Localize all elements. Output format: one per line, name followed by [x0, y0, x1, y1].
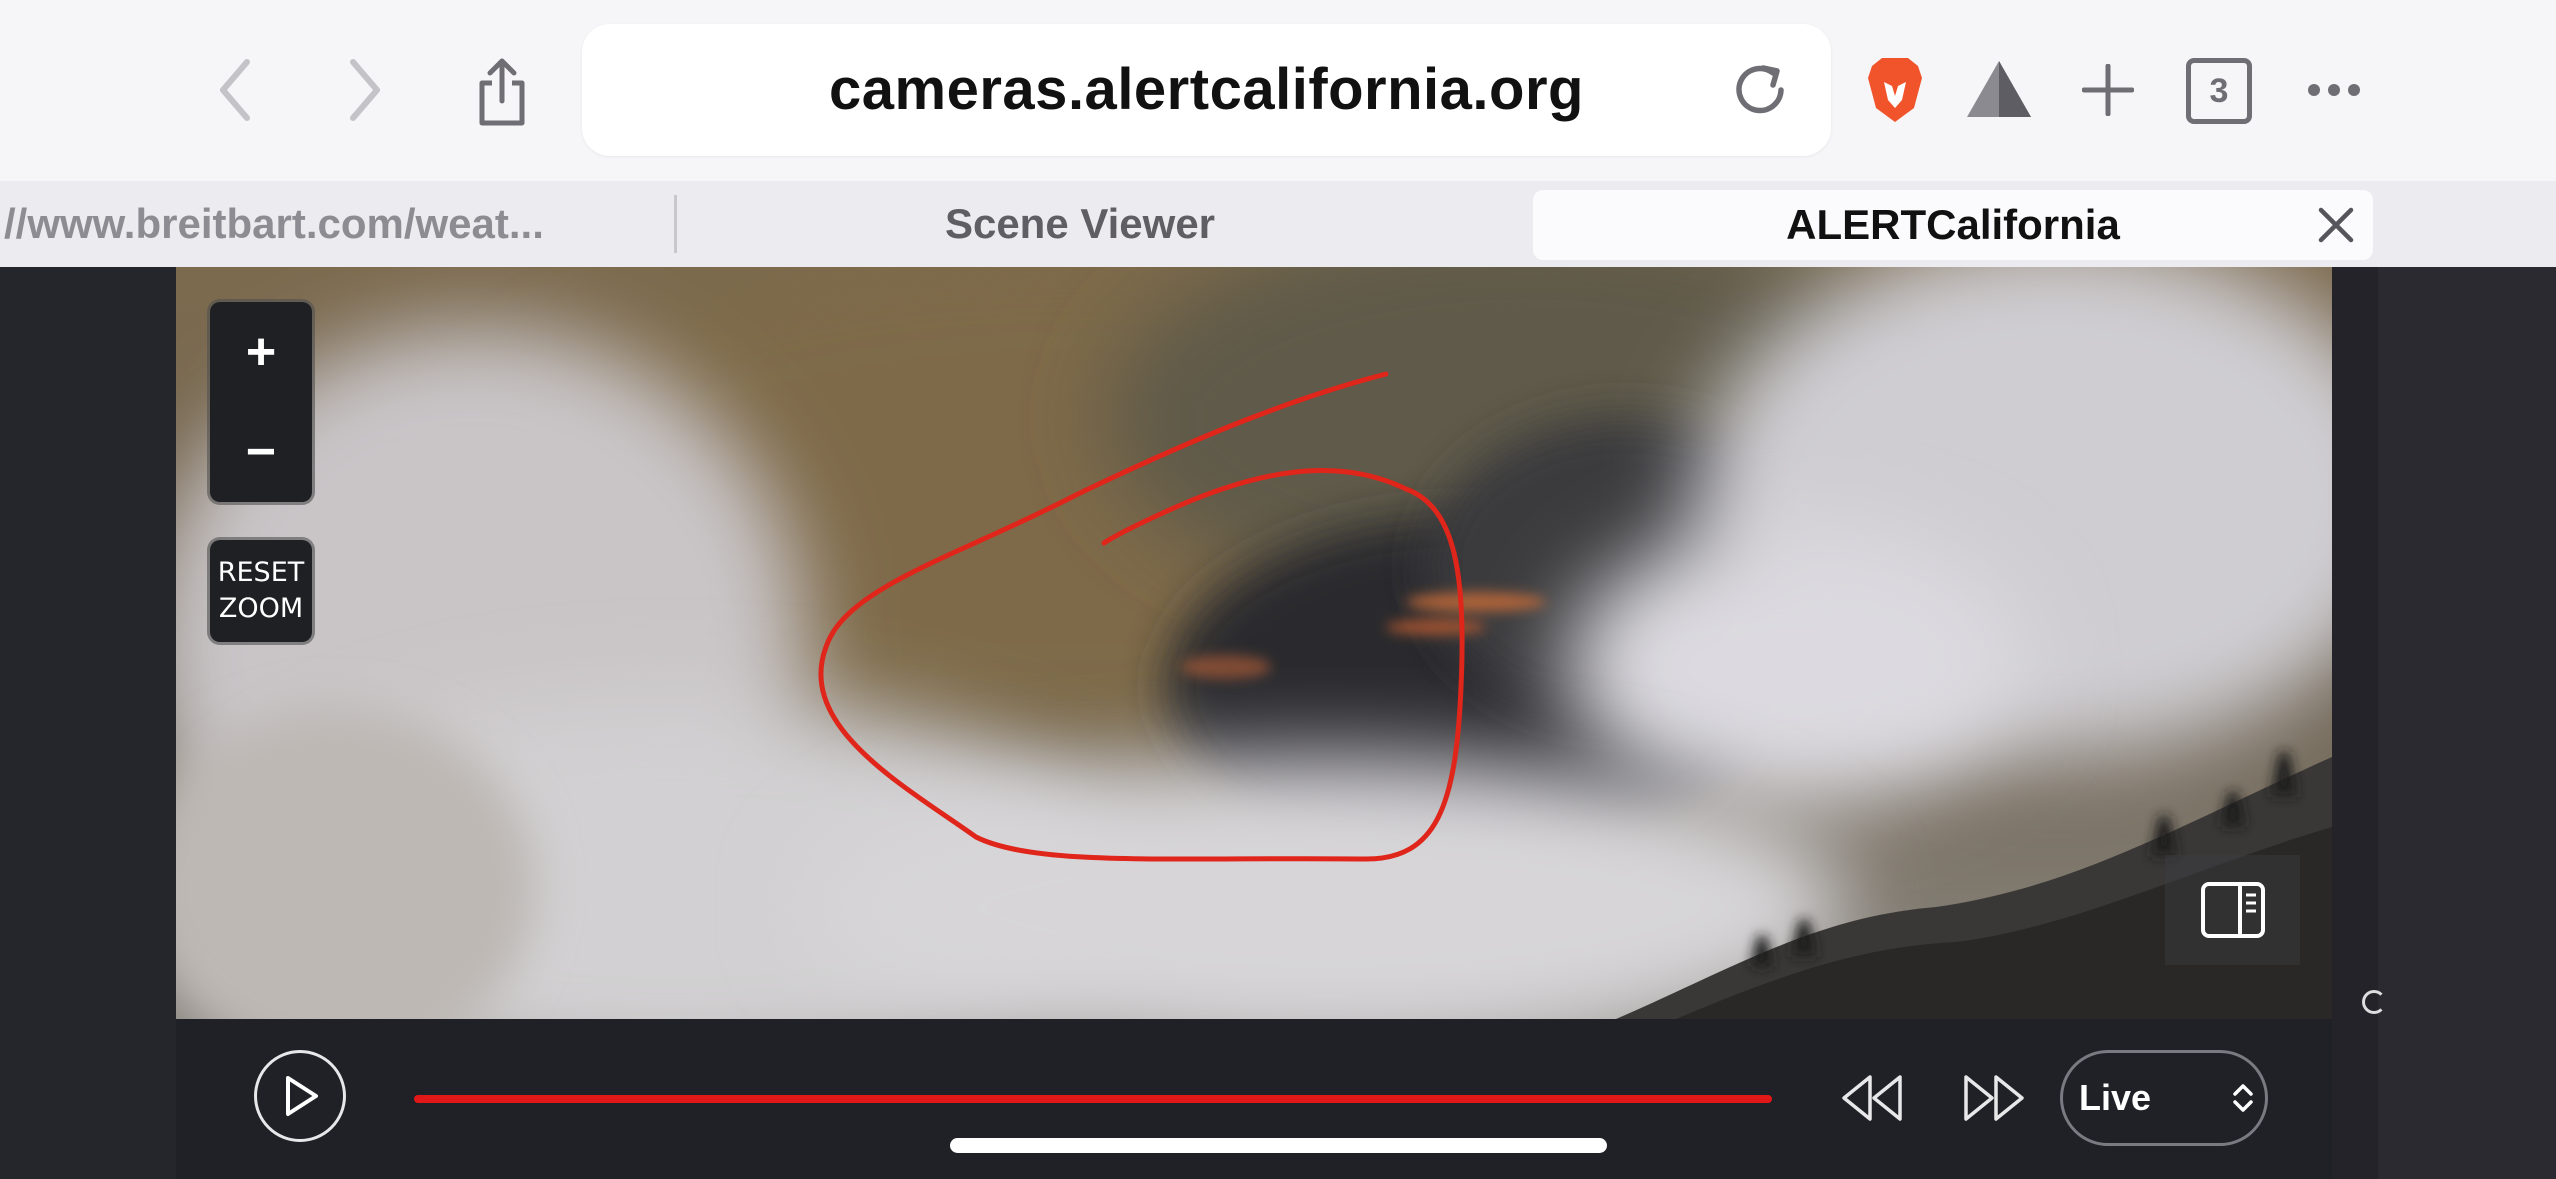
scroll-indicator-icon [2362, 990, 2386, 1014]
tab-scene-viewer[interactable]: Scene Viewer [700, 181, 1460, 267]
progress-fill [414, 1095, 1772, 1103]
brave-lion-icon[interactable] [1862, 50, 1928, 130]
skip-forward-button[interactable] [1958, 1068, 2030, 1128]
progress-bar[interactable] [414, 1095, 1772, 1103]
close-tab-icon[interactable] [2311, 200, 2361, 250]
zoom-out-label: − [245, 423, 277, 481]
tab-count-icon[interactable]: 3 [2186, 58, 2252, 124]
home-indicator [950, 1138, 1607, 1153]
zoom-control: + − [210, 302, 312, 502]
camera-video-frame[interactable] [176, 267, 2332, 1019]
reload-icon[interactable] [1720, 54, 1800, 126]
tab-breitbart[interactable]: //www.breitbart.com/weat... [0, 181, 594, 267]
skip-back-button[interactable] [1836, 1068, 1908, 1128]
share-icon[interactable] [462, 52, 542, 132]
reset-zoom-line1: RESET [217, 557, 305, 588]
skip-forward-icon [1964, 1075, 2024, 1121]
camera-image [176, 267, 2332, 1019]
zoom-out-button[interactable]: − [210, 402, 312, 502]
zoom-in-label: + [245, 323, 277, 381]
zoom-in-button[interactable]: + [210, 302, 312, 402]
tab-strip: //www.breitbart.com/weat... Scene Viewer… [0, 181, 2556, 267]
sidebar-toggle-button[interactable] [2165, 855, 2300, 965]
reset-zoom-line2: ZOOM [218, 593, 304, 624]
tab-divider [674, 195, 677, 253]
back-icon[interactable] [200, 50, 270, 130]
play-button[interactable] [254, 1050, 346, 1142]
tab-title: ALERTCalifornia [1786, 201, 2120, 248]
skip-back-icon [1842, 1075, 1902, 1121]
tab-alertcalifornia[interactable]: ALERTCalifornia [1533, 190, 2373, 260]
more-icon[interactable] [2304, 70, 2364, 110]
brave-rewards-icon[interactable] [1962, 52, 2036, 128]
new-tab-icon[interactable] [2078, 56, 2138, 124]
reset-zoom-button[interactable]: RESET ZOOM [210, 540, 312, 642]
time-mode-value: Live [2079, 1077, 2152, 1118]
sidebar-panel-icon [2200, 882, 2265, 938]
play-icon [286, 1076, 318, 1116]
address-bar[interactable]: cameras.alertcalifornia.org [582, 24, 1831, 156]
updown-chevron-icon [2233, 1084, 2253, 1112]
url-text[interactable]: cameras.alertcalifornia.org [582, 24, 1831, 156]
browser-toolbar: cameras.alertcalifornia.org 3 [0, 0, 2556, 181]
tab-count: 3 [2209, 71, 2229, 110]
page-right-strip [2332, 267, 2378, 1179]
time-mode-select[interactable]: Live [2060, 1050, 2268, 1146]
forward-icon[interactable] [330, 50, 400, 130]
